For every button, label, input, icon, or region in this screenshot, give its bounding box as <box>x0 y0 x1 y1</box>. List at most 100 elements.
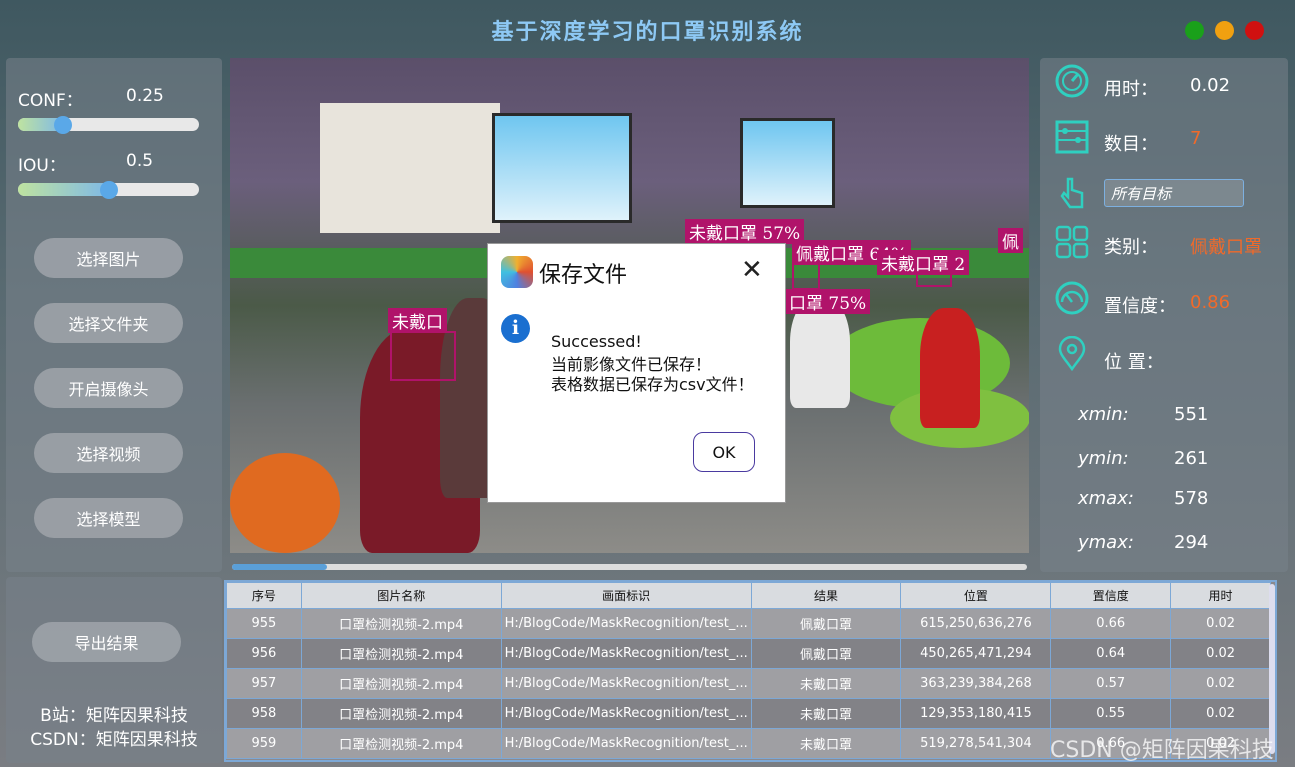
conf-value: 0.25 <box>126 86 164 106</box>
speedometer-icon <box>1055 64 1089 98</box>
confidence-label: 置信度： <box>1104 296 1176 317</box>
target-select[interactable]: 所有目标 <box>1104 179 1244 207</box>
conf-slider-handle[interactable] <box>54 116 72 134</box>
table-cell: 959 <box>226 728 302 759</box>
export-results-button[interactable]: 导出结果 <box>32 622 181 662</box>
iou-slider-fill <box>18 183 109 196</box>
time-value: 0.02 <box>1190 75 1231 96</box>
table-cell: 0.02 <box>1170 638 1271 669</box>
child-white <box>790 298 850 408</box>
column-header[interactable]: 序号 <box>226 582 302 609</box>
table-cell: 957 <box>226 668 302 699</box>
table-row[interactable]: 955 口罩检测视频-2.mp4 H:/BlogCode/MaskRecogni… <box>226 608 1271 639</box>
column-header[interactable]: 置信度 <box>1050 582 1172 609</box>
count-value: 7 <box>1190 128 1202 149</box>
table-cell: 450,265,471,294 <box>900 638 1052 669</box>
time-label: 用时： <box>1104 79 1158 100</box>
table-cell: 0.02 <box>1170 668 1271 699</box>
video-progress-bar[interactable] <box>232 564 1027 570</box>
table-cell: 未戴口罩 <box>750 728 902 759</box>
select-model-button[interactable]: 选择模型 <box>34 498 183 538</box>
table-cell: 0.64 <box>1050 638 1172 669</box>
minimize-button[interactable] <box>1215 21 1234 40</box>
table-cell: 615,250,636,276 <box>900 608 1052 639</box>
table-cell: 956 <box>226 638 302 669</box>
credit-bilibili: B站：矩阵因果科技 <box>40 706 188 726</box>
dialog-message-line1: Successed! <box>551 332 642 351</box>
position-label: 位 置： <box>1104 352 1164 373</box>
table-cell: 0.55 <box>1050 698 1172 729</box>
projector-screen-left <box>492 113 632 223</box>
detection-label: 未戴口罩 57% <box>685 219 805 244</box>
table-cell: 955 <box>226 608 302 639</box>
video-progress-fill <box>232 564 328 570</box>
column-header[interactable]: 结果 <box>750 582 902 609</box>
confidence-value: 0.86 <box>1190 292 1231 313</box>
select-image-button[interactable]: 选择图片 <box>34 238 183 278</box>
ymin-value: 261 <box>1174 448 1209 469</box>
table-cell: 363,239,384,268 <box>900 668 1052 699</box>
dialog-message-line3: 表格数据已保存为csv文件！ <box>551 375 754 394</box>
detection-label: 口罩 75% <box>785 289 871 314</box>
watermark: CSDN @矩阵因果科技 <box>1050 738 1274 763</box>
xmax-value: 578 <box>1174 488 1209 509</box>
boy-red-shirt <box>920 308 980 428</box>
ymax-label: ymax: <box>1078 532 1134 553</box>
ymax-value: 294 <box>1174 532 1209 553</box>
select-folder-button[interactable]: 选择文件夹 <box>34 303 183 343</box>
projector-screen-right <box>740 118 835 208</box>
save-file-dialog: 保存文件 ✕ i Successed! 当前影像文件已保存！ 表格数据已保存为c… <box>487 243 786 503</box>
table-cell: 0.02 <box>1170 608 1271 639</box>
credit-csdn: CSDN：矩阵因果科技 <box>30 730 198 750</box>
open-camera-button[interactable]: 开启摄像头 <box>34 368 183 408</box>
info-icon: i <box>501 314 530 343</box>
conf-slider-track[interactable] <box>18 118 199 131</box>
table-row[interactable]: 956 口罩检测视频-2.mp4 H:/BlogCode/MaskRecogni… <box>226 638 1271 669</box>
table-row[interactable]: 958 口罩检测视频-2.mp4 H:/BlogCode/MaskRecogni… <box>226 698 1271 729</box>
whiteboard <box>320 103 500 233</box>
gauge-icon <box>1055 281 1089 315</box>
table-cell: 未戴口罩 <box>750 698 902 729</box>
control-panel: CONF： 0.25 IOU： 0.5 选择图片 选择文件夹 开启摄像头 选择视… <box>6 58 222 572</box>
table-cell: 0.02 <box>1170 698 1271 729</box>
detection-box <box>390 331 456 381</box>
maximize-button[interactable] <box>1185 21 1204 40</box>
class-value: 佩戴口罩 <box>1190 237 1262 258</box>
orange-table <box>230 453 340 553</box>
table-cell: H:/BlogCode/MaskRecognition/test_... <box>500 698 752 729</box>
table-cell: H:/BlogCode/MaskRecognition/test_... <box>500 668 752 699</box>
dialog-ok-button[interactable]: OK <box>693 432 755 472</box>
table-scrollbar[interactable] <box>1269 584 1275 754</box>
ymin-label: ymin: <box>1078 448 1129 469</box>
detection-label: 佩 <box>998 228 1023 253</box>
select-video-button[interactable]: 选择视频 <box>34 433 183 473</box>
column-header[interactable]: 图片名称 <box>300 582 502 609</box>
conf-label: CONF： <box>18 91 83 111</box>
abacus-icon <box>1055 120 1089 154</box>
table-cell: 958 <box>226 698 302 729</box>
column-header[interactable]: 位置 <box>900 582 1052 609</box>
column-header[interactable]: 画面标识 <box>500 582 752 609</box>
detection-label: 未戴口罩 2 <box>877 250 970 275</box>
app-title: 基于深度学习的口罩识别系统 <box>491 19 804 45</box>
iou-slider-handle[interactable] <box>100 181 118 199</box>
table-cell: 佩戴口罩 <box>750 608 902 639</box>
table-cell: 未戴口罩 <box>750 668 902 699</box>
table-row[interactable]: 957 口罩检测视频-2.mp4 H:/BlogCode/MaskRecogni… <box>226 668 1271 699</box>
table-cell: 口罩检测视频-2.mp4 <box>300 638 502 669</box>
table-cell: 口罩检测视频-2.mp4 <box>300 608 502 639</box>
dialog-title: 保存文件 <box>539 263 628 288</box>
table-cell: 佩戴口罩 <box>750 638 902 669</box>
table-cell: H:/BlogCode/MaskRecognition/test_... <box>500 728 752 759</box>
column-header[interactable]: 用时 <box>1170 582 1271 609</box>
detection-box <box>792 262 820 290</box>
table-cell: 519,278,541,304 <box>900 728 1052 759</box>
close-button[interactable] <box>1245 21 1264 40</box>
table-cell: 口罩检测视频-2.mp4 <box>300 698 502 729</box>
table-cell: 0.57 <box>1050 668 1172 699</box>
pointer-hand-icon <box>1060 177 1084 209</box>
dialog-close-icon[interactable]: ✕ <box>741 256 763 284</box>
result-info-panel: 用时： 0.02 数目： 7 所有目标 类别： 佩戴口罩 置信度： 0.86 位… <box>1040 58 1288 572</box>
xmin-label: xmin: <box>1078 404 1129 425</box>
category-grid-icon <box>1055 225 1089 259</box>
